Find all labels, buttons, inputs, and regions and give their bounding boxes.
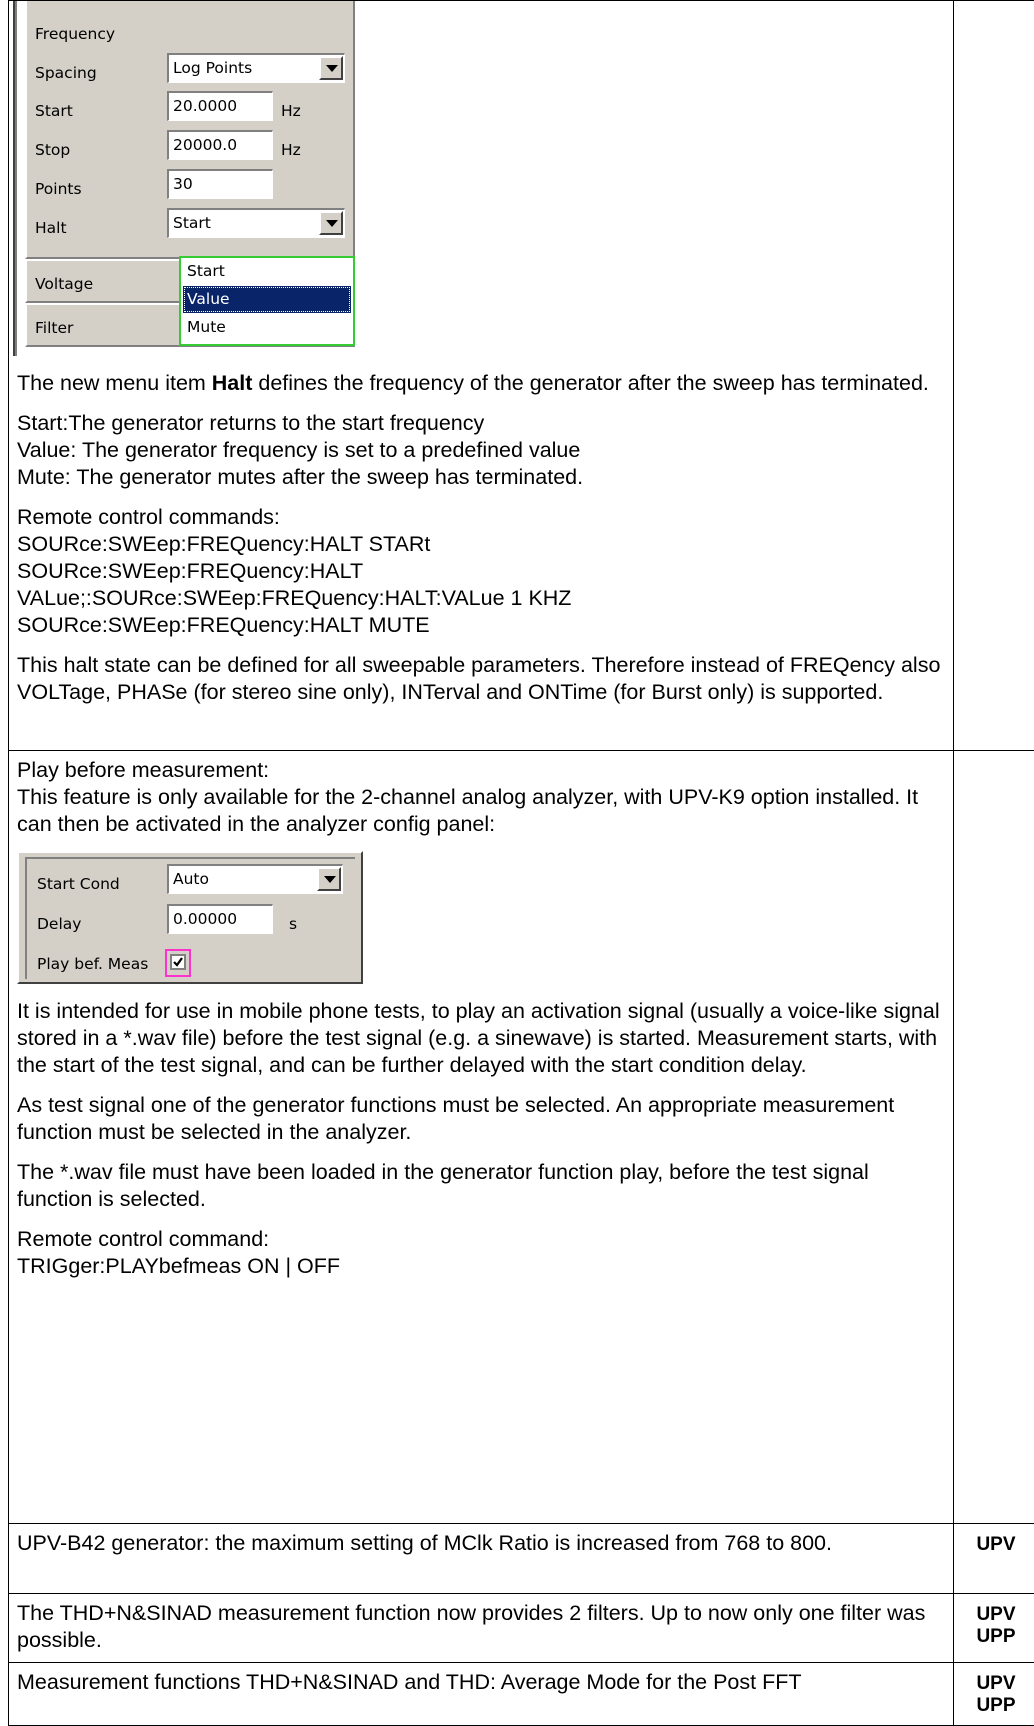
start-cond-select[interactable]: Auto (167, 864, 343, 894)
table-row: The THD+N&SINAD measurement function now… (9, 1594, 1034, 1663)
halt-state-note: This halt state can be defined for all s… (17, 652, 945, 706)
mobile-test-description: It is intended for use in mobile phone t… (17, 998, 945, 1079)
chevron-down-icon[interactable] (319, 211, 343, 235)
wav-file-description: The *.wav file must have been loaded in … (17, 1159, 945, 1213)
product-tag: UPV (962, 1604, 1030, 1626)
product-tag: UPP (962, 1695, 1030, 1717)
halt-options-description: Start:The generator returns to the start… (17, 410, 945, 491)
table-cell-description: Play before measurement: This feature is… (9, 751, 954, 1524)
halt-description: The new menu item Halt defines the frequ… (17, 370, 945, 397)
spacing-select[interactable]: Log Points (167, 53, 345, 83)
start-cond-value: Auto (173, 870, 209, 888)
frequency-group: Frequency Spacing Log Points Start 20.00… (25, 1, 355, 259)
product-tag: UPV (962, 1534, 1030, 1556)
delay-label: Delay (37, 911, 81, 938)
table-cell-description: The THD+N&SINAD measurement function now… (9, 1594, 954, 1663)
points-label: Points (35, 176, 82, 203)
text-span: defines the frequency of the generator a… (252, 371, 928, 395)
stop-label: Stop (35, 137, 70, 164)
play-bef-meas-focus (165, 949, 191, 977)
table-row: UPV-B42 generator: the maximum setting o… (9, 1524, 1034, 1594)
table-row: Measurement functions THD+N&SINAD and TH… (9, 1663, 1034, 1726)
filter-label: Filter (35, 315, 73, 342)
points-field[interactable]: 30 (167, 169, 273, 199)
halt-value: Start (173, 214, 211, 232)
delay-field[interactable]: 0.00000 (167, 904, 273, 934)
start-unit: Hz (281, 98, 301, 125)
checkmark-icon (172, 956, 184, 968)
test-signal-description: As test signal one of the generator func… (17, 1092, 945, 1146)
text-line: VALue;:SOURce:SWEep:FREQuency:HALT:VALue… (17, 585, 945, 612)
stop-unit: Hz (281, 137, 301, 164)
frequency-label: Frequency (35, 21, 115, 48)
text-line: SOURce:SWEep:FREQuency:HALT STARt (17, 531, 945, 558)
start-label: Start (35, 98, 73, 125)
text-span: The new menu item (17, 371, 212, 395)
remote-commands: Remote control commands: SOURce:SWEep:FR… (17, 504, 945, 639)
text-line: Play before measurement: (17, 757, 945, 784)
text-line: Mute: The generator mutes after the swee… (17, 464, 945, 491)
table-cell-description: Measurement functions THD+N&SINAD and TH… (9, 1663, 954, 1726)
text-line: SOURce:SWEep:FREQuency:HALT MUTE (17, 612, 945, 639)
text-line: Value: The generator frequency is set to… (17, 437, 945, 464)
product-tag: UPV (962, 1673, 1030, 1695)
text-line: SOURce:SWEep:FREQuency:HALT (17, 558, 945, 585)
start-cond-label: Start Cond (37, 871, 120, 898)
table-cell-tags: UPV UPP (954, 1663, 1034, 1726)
table-cell-description: Frequency Spacing Log Points Start 20.00… (9, 1, 954, 751)
text-line: Remote control command: (17, 1226, 945, 1253)
stop-frequency-field[interactable]: 20000.0 (167, 130, 273, 160)
play-before-intro: Play before measurement: This feature is… (17, 757, 945, 838)
halt-select[interactable]: Start (167, 208, 345, 238)
text-line: Start:The generator returns to the start… (17, 410, 945, 437)
dropdown-option-start[interactable]: Start (183, 258, 351, 285)
halt-term: Halt (212, 371, 253, 395)
voltage-label: Voltage (35, 271, 93, 298)
table-row: Frequency Spacing Log Points Start 20.00… (9, 1, 1034, 751)
chevron-down-icon[interactable] (319, 56, 343, 80)
delay-unit: s (289, 911, 297, 938)
panel-frame (13, 1, 17, 356)
release-notes-table: Frequency Spacing Log Points Start 20.00… (8, 0, 1034, 1726)
text-line: Remote control commands: (17, 504, 945, 531)
generator-sweep-panel: Frequency Spacing Log Points Start 20.00… (13, 1, 353, 356)
spacing-label: Spacing (35, 60, 97, 87)
table-row: Play before measurement: This feature is… (9, 751, 1034, 1524)
table-cell-description: UPV-B42 generator: the maximum setting o… (9, 1524, 954, 1594)
table-cell-tags (954, 1, 1034, 751)
start-frequency-field[interactable]: 20.0000 (167, 91, 273, 121)
table-cell-tags (954, 751, 1034, 1524)
table-cell-tags: UPV (954, 1524, 1034, 1594)
panel-inner: Start Cond Auto Delay 0.00000 s Play bef… (25, 857, 355, 979)
remote-command: Remote control command: TRIGger:PLAYbefm… (17, 1226, 945, 1280)
dropdown-option-mute[interactable]: Mute (183, 314, 351, 341)
dropdown-option-value[interactable]: Value (183, 286, 351, 313)
analyzer-config-panel: Start Cond Auto Delay 0.00000 s Play bef… (17, 851, 363, 984)
chevron-down-icon[interactable] (317, 867, 341, 891)
table-cell-tags: UPV UPP (954, 1594, 1034, 1663)
text-line: This feature is only available for the 2… (17, 784, 945, 838)
play-bef-meas-label: Play bef. Meas (37, 951, 148, 978)
text-line: TRIGger:PLAYbefmeas ON | OFF (17, 1253, 945, 1280)
halt-dropdown-list: Start Value Mute (179, 256, 355, 346)
product-tag: UPP (962, 1626, 1030, 1648)
halt-label: Halt (35, 215, 67, 242)
play-bef-meas-checkbox[interactable] (170, 954, 186, 970)
spacing-value: Log Points (173, 59, 252, 77)
